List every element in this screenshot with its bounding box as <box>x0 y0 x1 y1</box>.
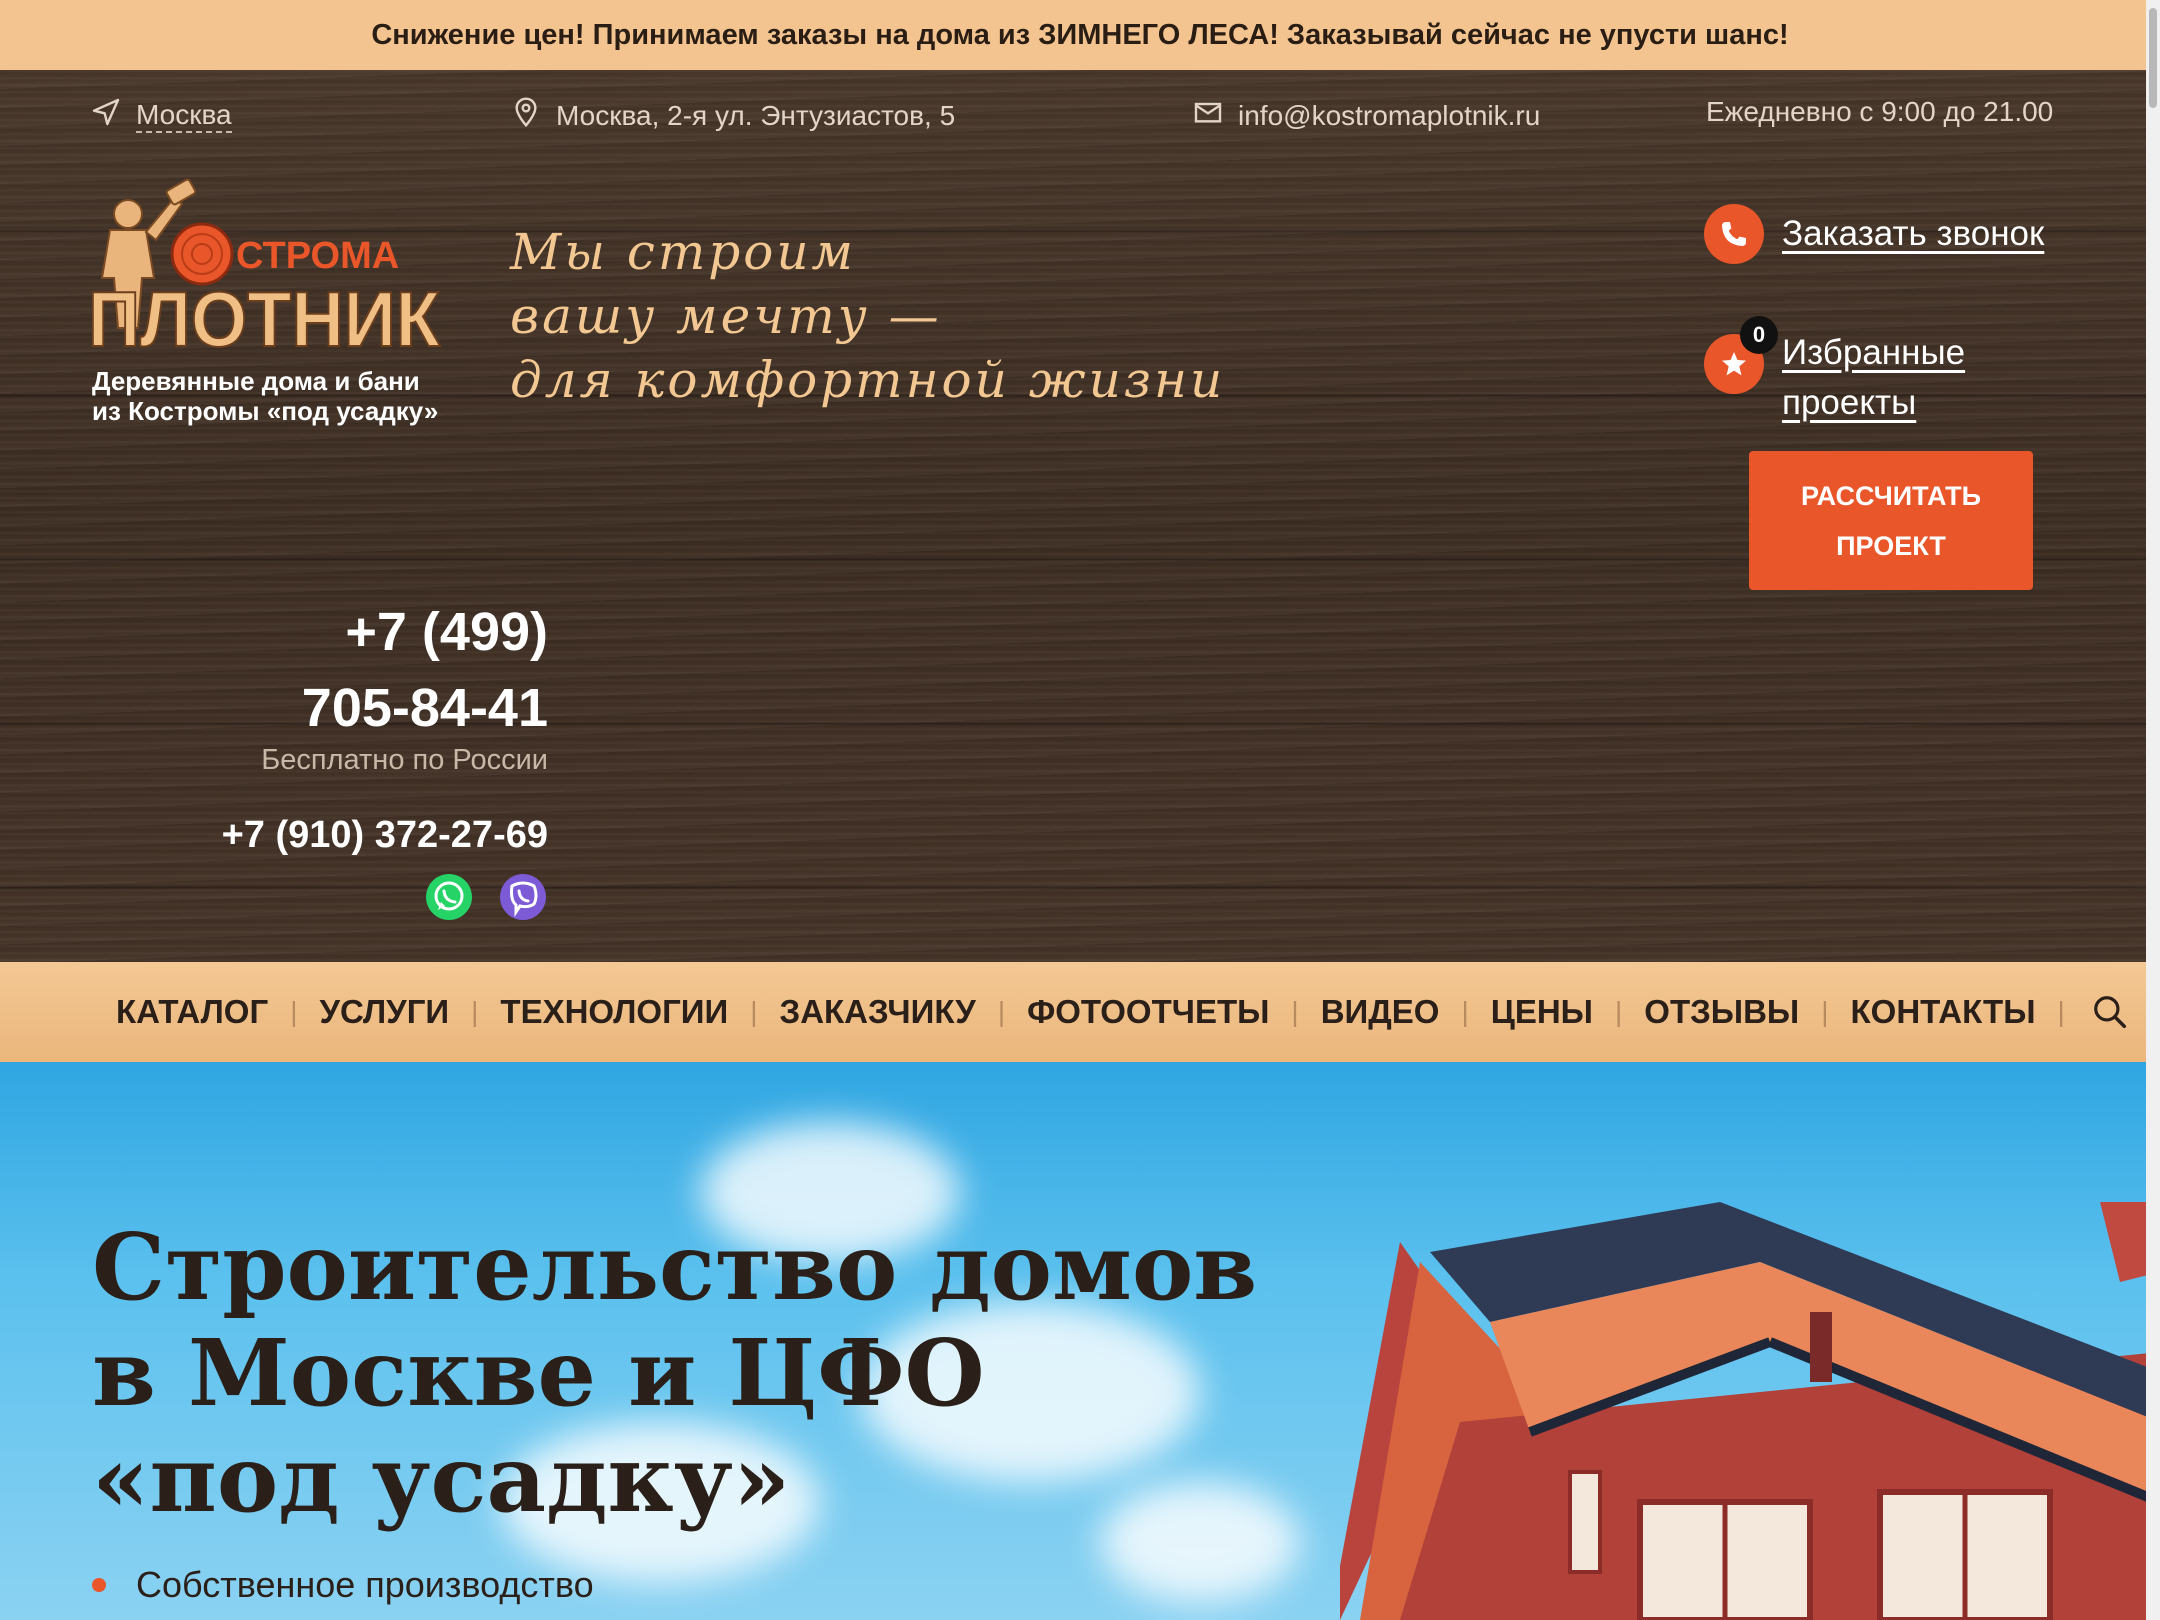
city-link[interactable]: Москва <box>136 99 232 133</box>
favorites-count-badge: 0 <box>1740 316 1778 354</box>
phone-icon <box>1704 204 1764 264</box>
nav-item-photo-reports[interactable]: ФОТООТЧЕТЫ <box>1027 993 1269 1031</box>
hero-title: Строительство домов в Москве и ЦФО «под … <box>92 1214 1257 1532</box>
nav-separator: | <box>290 996 298 1027</box>
mail-icon <box>1192 96 1224 135</box>
promo-text: Снижение цен! Принимаем заказы на дома и… <box>371 18 1789 51</box>
favorites-link[interactable]: 0 Избранные проекты <box>1704 316 1965 428</box>
map-pin-icon <box>510 96 542 135</box>
promo-banner: Снижение цен! Принимаем заказы на дома и… <box>0 0 2160 70</box>
nav-separator: | <box>750 996 758 1027</box>
scrollbar-thumb[interactable] <box>2149 8 2157 108</box>
main-phone-line2: 705-84-41 <box>301 678 548 738</box>
svg-text:СТРОМА: СТРОМА <box>236 235 399 277</box>
search-icon[interactable] <box>2091 993 2129 1031</box>
nav-separator: | <box>1821 996 1829 1027</box>
svg-text:ПЛОТНИК: ПЛОТНИК <box>88 275 440 358</box>
nav-item-for-customer[interactable]: ЗАКАЗЧИКУ <box>780 993 976 1031</box>
nav-item-reviews[interactable]: ОТЗЫВЫ <box>1644 993 1799 1031</box>
hero-title-line2: в Москве и ЦФО <box>92 1319 985 1427</box>
working-hours: Ежедневно с 9:00 до 21.00 <box>1706 96 2053 128</box>
nav-item-video[interactable]: ВИДЕО <box>1321 993 1440 1031</box>
hero-bullet-item: Собственное производство <box>92 1564 594 1606</box>
phone-note: Бесплатно по России <box>261 744 548 776</box>
whatsapp-icon[interactable] <box>424 872 474 922</box>
logo-subtitle-line1: Деревянные дома и бани <box>92 366 420 396</box>
carpenter-logo-icon: СТРОМА ПЛОТНИК <box>87 178 441 364</box>
slogan-line3: для комфортной жизни <box>510 351 1226 409</box>
slogan-line2: вашу мечту — <box>510 287 942 345</box>
nav-separator: | <box>471 996 479 1027</box>
callback-label[interactable]: Заказать звонок <box>1782 214 2044 254</box>
nav-separator: | <box>997 996 1006 1027</box>
hours-text: Ежедневно с 9:00 до 21.00 <box>1706 96 2054 127</box>
address-text: Москва, 2-я ул. Энтузиастов, 5 <box>556 99 956 131</box>
second-phone-link[interactable]: +7 (910) 372-27-69 <box>150 814 548 857</box>
logo-subtitle-line2: из Костромы «под усадку» <box>92 396 439 426</box>
email-link[interactable]: info@kostromaplotnik.ru <box>1238 100 1540 132</box>
main-phone-link[interactable]: +7 (499) 705-84-41 <box>240 594 548 746</box>
viber-icon[interactable] <box>498 872 548 922</box>
logo-subtitle: Деревянные дома и бани из Костромы «под … <box>92 366 452 426</box>
house-image <box>1340 1202 2160 1620</box>
bullet-dot <box>92 1578 106 1592</box>
slogan-line1: Мы строим <box>510 223 856 281</box>
favorites-label-line1[interactable]: Избранные <box>1782 328 1965 378</box>
hero-section: Строительство домов в Москве и ЦФО «под … <box>0 1062 2160 1620</box>
nav-item-catalog[interactable]: КАТАЛОГ <box>116 993 268 1031</box>
nav-item-contacts[interactable]: КОНТАКТЫ <box>1851 993 2036 1031</box>
nav-item-services[interactable]: УСЛУГИ <box>319 993 449 1031</box>
main-nav: КАТАЛОГ | УСЛУГИ | ТЕХНОЛОГИИ | ЗАКАЗЧИК… <box>0 962 2160 1062</box>
calc-label-line2: ПРОЕКТ <box>1836 530 1946 561</box>
nav-separator: | <box>1291 996 1299 1027</box>
page-scrollbar[interactable] <box>2146 0 2160 1620</box>
favorites-label-line2[interactable]: проекты <box>1782 378 1965 428</box>
nav-item-prices[interactable]: ЦЕНЫ <box>1491 993 1593 1031</box>
calc-label-line1: РАССЧИТАТЬ <box>1800 480 1981 511</box>
callback-button[interactable]: Заказать звонок <box>1704 204 2044 264</box>
nav-separator: | <box>2057 996 2065 1027</box>
nav-item-technologies[interactable]: ТЕХНОЛОГИИ <box>500 993 728 1031</box>
header-slogan: Мы строим вашу мечту — для комфортной жи… <box>510 220 1225 412</box>
hero-bullet-text: Собственное производство <box>136 1564 594 1605</box>
star-icon: 0 <box>1704 316 1778 394</box>
hero-title-line3: «под усадку» <box>92 1425 791 1533</box>
nav-separator: | <box>1461 996 1469 1027</box>
calculate-project-button[interactable]: РАССЧИТАТЬ ПРОЕКТ <box>1749 451 2033 590</box>
hero-title-line1: Строительство домов <box>92 1213 1258 1321</box>
location-arrow-icon <box>90 96 122 135</box>
address-info: Москва, 2-я ул. Энтузиастов, 5 <box>510 96 955 135</box>
nav-separator: | <box>1615 996 1623 1027</box>
main-phone-line1: +7 (499) <box>345 602 548 662</box>
email-info[interactable]: info@kostromaplotnik.ru <box>1192 96 1540 135</box>
city-selector[interactable]: Москва <box>90 96 232 135</box>
